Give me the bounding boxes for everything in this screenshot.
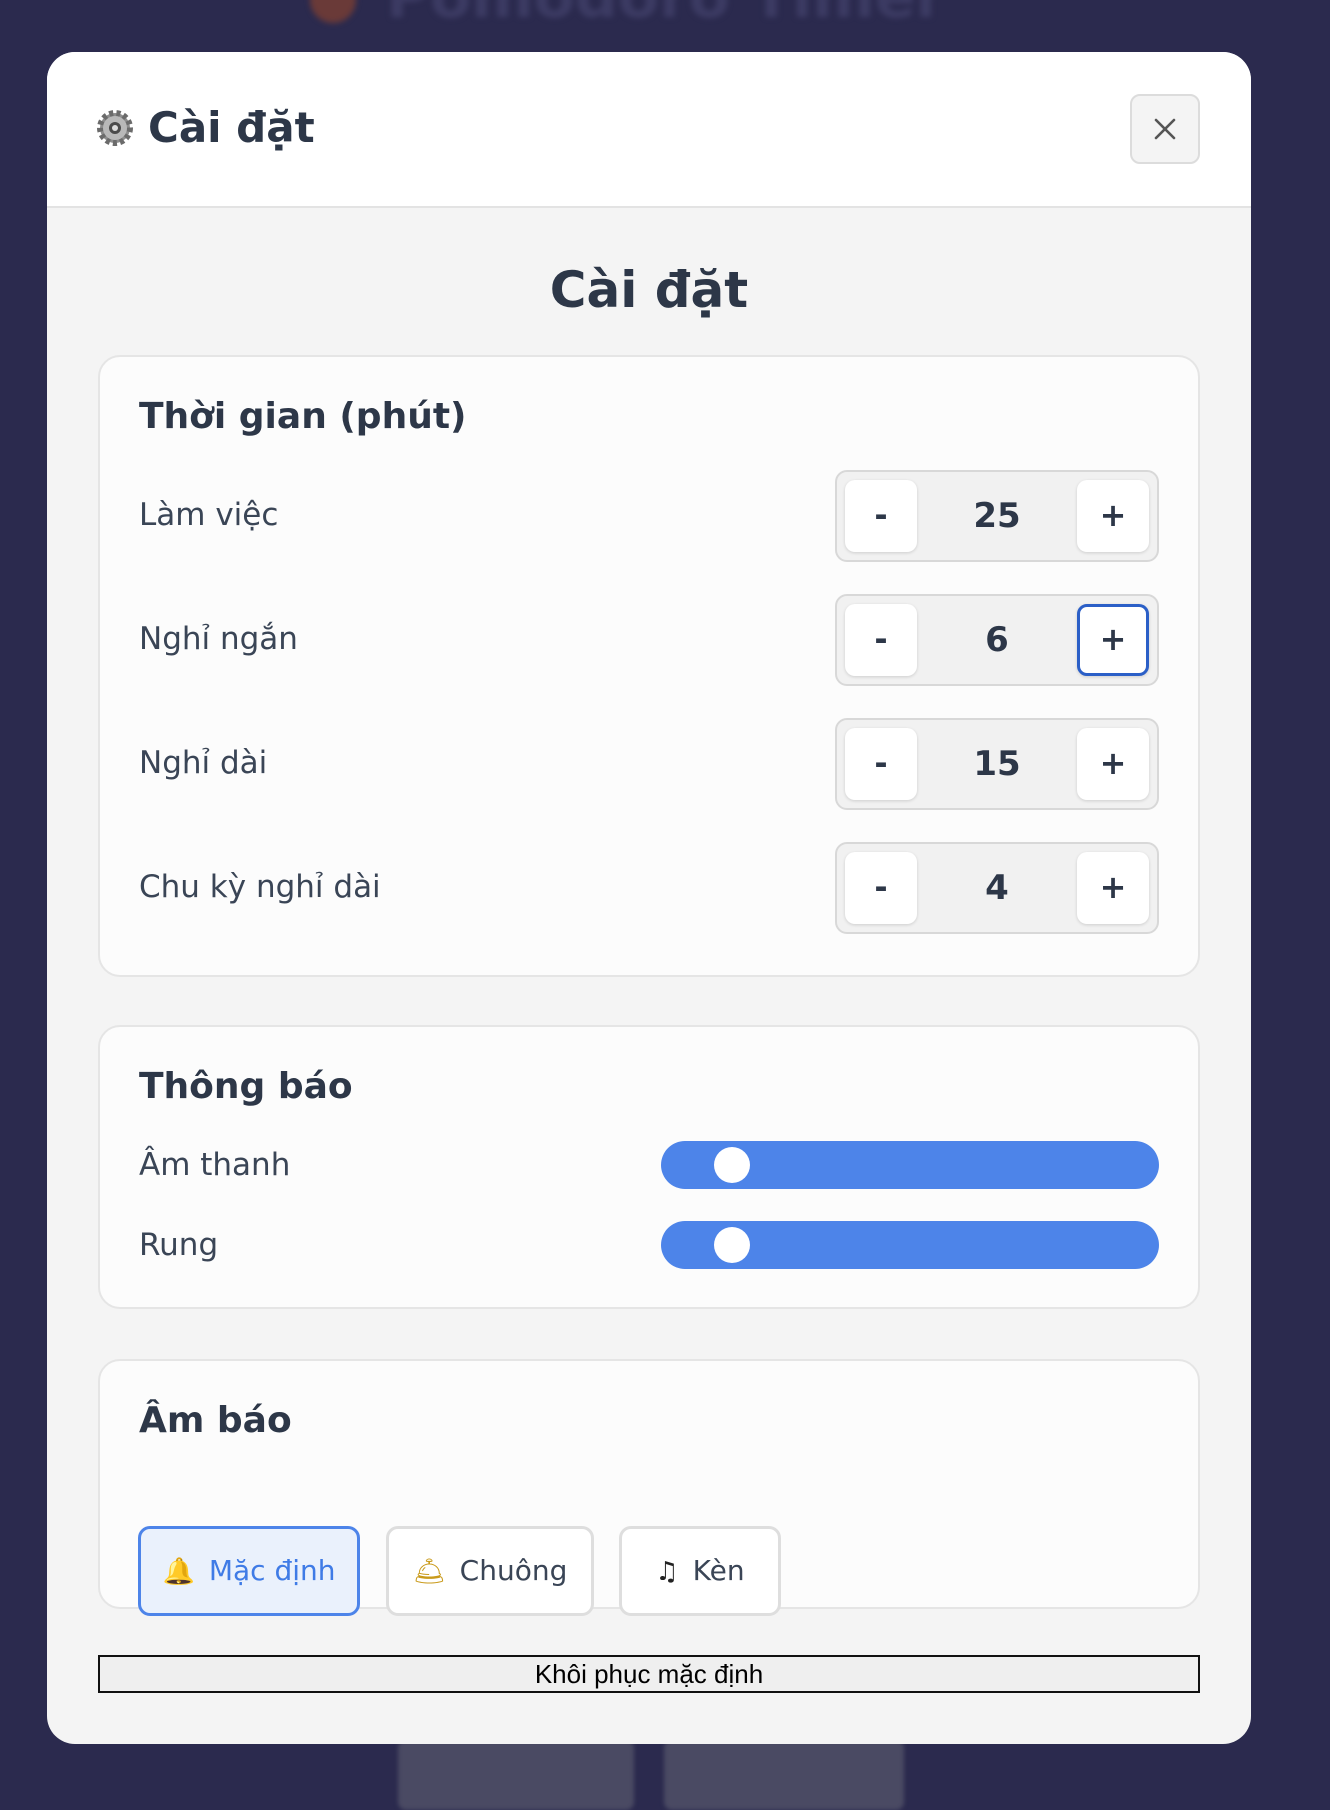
alarm-option-bell[interactable]: 🛎 Chuông bbox=[386, 1526, 594, 1616]
decrement-button[interactable]: - bbox=[845, 604, 917, 676]
sound-toggle[interactable] bbox=[661, 1141, 1159, 1189]
time-settings-card: Thời gian (phút) Làm việc - 25 + Nghỉ ng… bbox=[98, 355, 1200, 977]
music-note-icon: ♫ bbox=[655, 1557, 679, 1587]
short-break-label: Nghỉ ngắn bbox=[139, 621, 298, 657]
service-bell-icon: 🛎 bbox=[412, 1557, 446, 1587]
toggle-thumb[interactable] bbox=[714, 1227, 750, 1263]
increment-button[interactable]: + bbox=[1077, 852, 1149, 924]
decrement-button[interactable]: - bbox=[845, 852, 917, 924]
alarm-option-label: Kèn bbox=[692, 1554, 745, 1587]
bell-icon: 🔔 bbox=[162, 1557, 195, 1587]
work-duration-stepper: - 25 + bbox=[835, 470, 1159, 562]
decrement-button[interactable]: - bbox=[845, 728, 917, 800]
long-break-interval-stepper: - 4 + bbox=[835, 842, 1159, 934]
alarm-option-horn[interactable]: ♫ Kèn bbox=[619, 1526, 781, 1616]
short-break-value: 6 bbox=[985, 620, 1009, 660]
alarm-option-default[interactable]: 🔔 Mặc định bbox=[138, 1526, 360, 1616]
background-button bbox=[664, 1740, 904, 1810]
alarm-option-label: Chuông bbox=[459, 1554, 568, 1587]
alarm-section-title: Âm báo bbox=[139, 1400, 292, 1441]
notification-settings-card: Thông báo Âm thanh Rung bbox=[98, 1025, 1200, 1309]
vibrate-toggle[interactable] bbox=[661, 1221, 1159, 1269]
notification-section-title: Thông báo bbox=[139, 1066, 353, 1107]
increment-button[interactable]: + bbox=[1077, 604, 1149, 676]
work-duration-value: 25 bbox=[973, 496, 1021, 536]
work-duration-label: Làm việc bbox=[139, 497, 279, 533]
long-break-label: Nghỉ dài bbox=[139, 745, 268, 781]
increment-button[interactable]: + bbox=[1077, 728, 1149, 800]
gear-icon bbox=[97, 110, 133, 146]
vibrate-label: Rung bbox=[139, 1227, 219, 1263]
settings-heading: Cài đặt bbox=[549, 261, 749, 319]
short-break-stepper: - 6 + bbox=[835, 594, 1159, 686]
reset-defaults-button[interactable]: Khôi phục mặc định bbox=[98, 1655, 1200, 1693]
decrement-button[interactable]: - bbox=[845, 480, 917, 552]
settings-modal: Cài đặt Cài đặt Thời gian (phút) Làm việ… bbox=[47, 52, 1251, 1744]
increment-button[interactable]: + bbox=[1077, 480, 1149, 552]
modal-title: Cài đặt bbox=[148, 103, 315, 152]
long-break-interval-value: 4 bbox=[985, 868, 1009, 908]
modal-header: Cài đặt bbox=[47, 52, 1251, 208]
background-app-title: Pomodoro Timer bbox=[310, 0, 945, 32]
time-section-title: Thời gian (phút) bbox=[139, 396, 467, 437]
long-break-stepper: - 15 + bbox=[835, 718, 1159, 810]
sound-label: Âm thanh bbox=[139, 1147, 291, 1183]
long-break-interval-label: Chu kỳ nghỉ dài bbox=[139, 869, 381, 905]
long-break-value: 15 bbox=[973, 744, 1021, 784]
close-button[interactable] bbox=[1130, 94, 1200, 164]
toggle-thumb[interactable] bbox=[714, 1147, 750, 1183]
alarm-option-label: Mặc định bbox=[208, 1554, 336, 1587]
tomato-icon bbox=[310, 0, 356, 24]
background-button bbox=[398, 1740, 634, 1810]
close-icon bbox=[1154, 118, 1176, 140]
